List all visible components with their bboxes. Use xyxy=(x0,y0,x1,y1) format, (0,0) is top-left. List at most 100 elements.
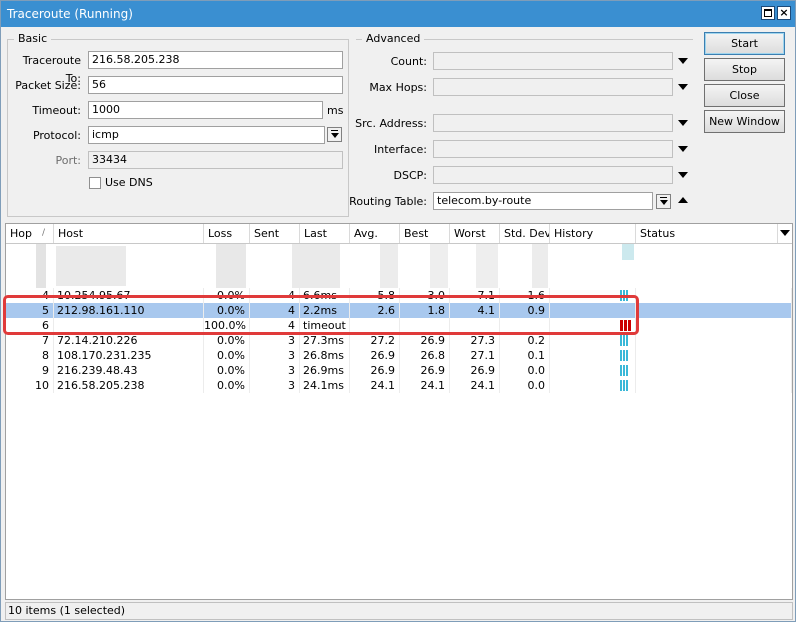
status-bar: 10 items (1 selected) xyxy=(5,602,793,620)
cell-avg: 26.9 xyxy=(350,348,400,363)
cell-best: 26.9 xyxy=(400,363,450,378)
cell-last: 26.9ms xyxy=(300,363,350,378)
cell-history xyxy=(550,378,636,393)
cell-stdev: 0.1 xyxy=(500,348,550,363)
interface-label: Interface: xyxy=(374,143,427,156)
cell-host: 216.58.205.238 xyxy=(54,378,204,393)
highlight-annotation xyxy=(3,295,639,335)
close-button[interactable]: Close xyxy=(704,84,785,107)
cell-status xyxy=(636,348,792,363)
cell-loss: 0.0% xyxy=(204,378,250,393)
use-dns-checkbox[interactable] xyxy=(89,177,101,189)
cell-last: 24.1ms xyxy=(300,378,350,393)
timeout-input[interactable]: 1000 xyxy=(88,101,323,119)
cell-history xyxy=(550,333,636,348)
interface-expand-icon[interactable] xyxy=(678,146,688,152)
history-bars-icon xyxy=(620,365,629,376)
src-address-expand-icon[interactable] xyxy=(678,120,688,126)
table-row[interactable]: 8 108.170.231.235 0.0% 3 26.8ms 26.9 26.8 27.1 0… xyxy=(6,348,792,363)
cell-last: 26.8ms xyxy=(300,348,350,363)
cell-avg: 26.9 xyxy=(350,363,400,378)
protocol-dropdown-button[interactable] xyxy=(327,127,342,142)
cell-history xyxy=(550,348,636,363)
maximize-icon xyxy=(764,9,772,17)
src-address-input[interactable] xyxy=(433,114,673,132)
col-avg[interactable]: Avg. xyxy=(350,224,400,243)
dscp-input[interactable] xyxy=(433,166,673,184)
close-icon: × xyxy=(779,6,789,19)
maximize-button[interactable] xyxy=(761,6,775,20)
history-bars-icon xyxy=(620,350,629,361)
max-hops-input[interactable] xyxy=(433,78,673,96)
routing-table-dropdown-button[interactable] xyxy=(656,194,671,209)
col-hop[interactable]: Hop xyxy=(6,224,54,243)
advanced-legend: Advanced xyxy=(362,32,425,45)
history-bars-icon xyxy=(620,335,629,346)
cell-status xyxy=(636,303,792,318)
cell-host: 72.14.210.226 xyxy=(54,333,204,348)
title-bar: Traceroute (Running) × xyxy=(1,1,795,27)
interface-input[interactable] xyxy=(433,140,673,158)
max-hops-expand-icon[interactable] xyxy=(678,84,688,90)
routing-table-collapse-icon[interactable] xyxy=(678,197,688,203)
window-title: Traceroute (Running) xyxy=(7,7,133,21)
protocol-label: Protocol: xyxy=(32,129,81,142)
cell-hop: 8 xyxy=(6,348,54,363)
protocol-select[interactable]: icmp xyxy=(88,126,325,144)
timeout-label: Timeout: xyxy=(32,104,81,117)
table-row[interactable]: 7 72.14.210.226 0.0% 3 27.3ms 27.2 26.9 27.3 0.2 xyxy=(6,333,792,348)
stop-button[interactable]: Stop xyxy=(704,58,785,81)
cell-worst: 27.1 xyxy=(450,348,500,363)
count-input[interactable] xyxy=(433,52,673,70)
col-best[interactable]: Best xyxy=(400,224,450,243)
cell-worst: 27.3 xyxy=(450,333,500,348)
cell-loss: 0.0% xyxy=(204,333,250,348)
cell-stdev: 0.0 xyxy=(500,363,550,378)
cell-sent: 3 xyxy=(250,348,300,363)
new-window-button[interactable]: New Window xyxy=(704,110,785,133)
routing-table-label: Routing Table: xyxy=(349,195,427,208)
close-window-button[interactable]: × xyxy=(777,6,791,20)
cell-stdev: 0.0 xyxy=(500,378,550,393)
traceroute-table[interactable]: Hop / Host Loss Sent Last Avg. Best Wors… xyxy=(5,223,793,600)
table-row[interactable]: 9 216.239.48.43 0.0% 3 26.9ms 26.9 26.9 26.9 0.0 xyxy=(6,363,792,378)
dropdown-line-icon xyxy=(331,130,338,131)
packet-size-input[interactable]: 56 xyxy=(88,76,343,94)
traceroute-window: Traceroute (Running) × Basic Traceroute … xyxy=(0,0,796,622)
col-host[interactable]: Host xyxy=(54,224,204,243)
cell-sent: 3 xyxy=(250,333,300,348)
cell-best: 26.8 xyxy=(400,348,450,363)
cell-avg: 27.2 xyxy=(350,333,400,348)
cell-host: 108.170.231.235 xyxy=(54,348,204,363)
dscp-label: DSCP: xyxy=(393,169,427,182)
cell-stdev: 0.2 xyxy=(500,333,550,348)
col-status[interactable]: Status xyxy=(636,224,778,243)
table-header: Hop / Host Loss Sent Last Avg. Best Wors… xyxy=(6,224,792,244)
routing-table-select[interactable]: telecom.by-route xyxy=(433,192,653,210)
table-row[interactable]: 10 216.58.205.238 0.0% 3 24.1ms 24.1 24.1 24.1 0… xyxy=(6,378,792,393)
traceroute-to-input[interactable]: 216.58.205.238 xyxy=(88,51,343,69)
src-address-label: Src. Address: xyxy=(355,117,427,130)
dropdown-line-icon xyxy=(660,197,667,198)
cell-last: 27.3ms xyxy=(300,333,350,348)
cell-hop: 9 xyxy=(6,363,54,378)
column-menu-button[interactable] xyxy=(778,224,792,243)
cell-status xyxy=(636,333,792,348)
basic-legend: Basic xyxy=(14,32,52,45)
dscp-expand-icon[interactable] xyxy=(678,172,688,178)
count-expand-icon[interactable] xyxy=(678,58,688,64)
max-hops-label: Max Hops: xyxy=(369,81,427,94)
col-worst[interactable]: Worst xyxy=(450,224,500,243)
start-button[interactable]: Start xyxy=(704,32,785,55)
chevron-down-icon xyxy=(780,230,790,236)
cell-hop: 10 xyxy=(6,378,54,393)
port-input[interactable]: 33434 xyxy=(88,151,343,169)
cell-sent: 3 xyxy=(250,378,300,393)
cell-status xyxy=(636,318,792,333)
col-history[interactable]: History xyxy=(550,224,636,243)
col-loss[interactable]: Loss xyxy=(204,224,250,243)
cell-worst: 24.1 xyxy=(450,378,500,393)
col-sent[interactable]: Sent xyxy=(250,224,300,243)
col-std-dev[interactable]: Std. Dev. xyxy=(500,224,550,243)
col-last[interactable]: Last xyxy=(300,224,350,243)
